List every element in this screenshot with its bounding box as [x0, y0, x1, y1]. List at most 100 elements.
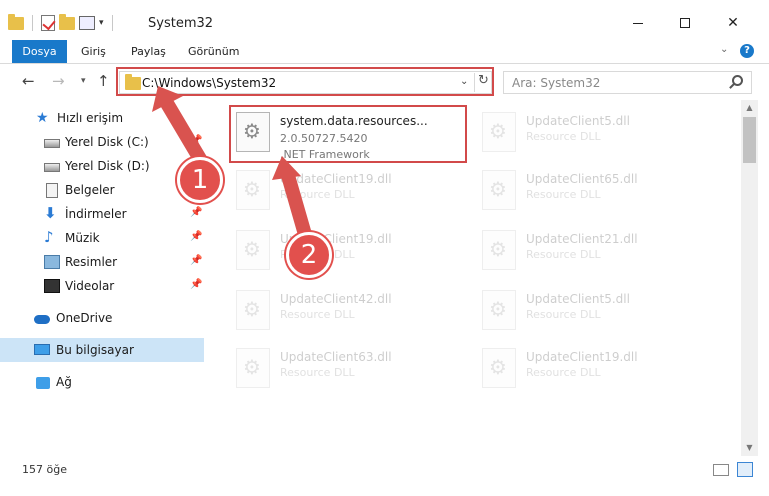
sidebar-item-onedrive[interactable]: OneDrive [0, 306, 204, 330]
sidebar-item-quick-access[interactable]: ★ Hızlı erişim [0, 106, 204, 130]
file-name: UpdateClient63.dll [280, 350, 392, 364]
tab-home[interactable]: Giriş [81, 40, 106, 63]
navigation-pane: ★ Hızlı erişim Yerel Disk (C:) 📌 Yerel D… [0, 100, 206, 456]
file-tile[interactable]: UpdateClient21.dll Resource DLL [478, 224, 718, 280]
tab-share[interactable]: Paylaş [131, 40, 166, 63]
file-name: system.data.resources... [280, 114, 428, 128]
back-button[interactable]: ← [22, 72, 35, 90]
close-icon: ✕ [727, 15, 739, 31]
refresh-button[interactable]: ↻ [474, 73, 492, 92]
file-name: UpdateClient21.dll [526, 232, 638, 246]
file-tile[interactable]: UpdateClient19.dll Resource DLL [232, 164, 472, 220]
file-tile[interactable]: UpdateClient65.dll Resource DLL [478, 164, 718, 220]
toolbar-separator [32, 15, 33, 31]
recent-locations-icon[interactable]: ▾ [81, 76, 86, 86]
status-bar: 157 öğe [0, 458, 769, 482]
step-badge-1: 1 [177, 157, 223, 203]
sidebar-item-documents[interactable]: Belgeler [0, 178, 204, 202]
sidebar-item-label: Yerel Disk (C:) [65, 135, 149, 149]
window-title: System32 [148, 16, 214, 31]
sidebar-item-this-pc[interactable]: Bu bilgisayar [0, 338, 204, 362]
forward-button[interactable]: → [52, 72, 65, 90]
customize-toolbar-icon[interactable] [79, 16, 95, 30]
ribbon: Dosya Giriş Paylaş Görünüm ⌄ ? [0, 40, 769, 64]
sidebar-item-label: Yerel Disk (D:) [65, 159, 150, 173]
tab-view[interactable]: Görünüm [188, 40, 239, 63]
search-icon[interactable] [732, 75, 743, 86]
navigation-bar: ← → ▾ ↑ C:\Windows\System32 ⌄ ↻ Ara: Sys… [0, 64, 769, 100]
up-button[interactable]: ↑ [97, 72, 110, 90]
dll-file-icon [236, 290, 270, 330]
drive-icon [44, 163, 60, 172]
pin-icon[interactable]: 📌 [190, 255, 202, 266]
dll-file-icon [482, 112, 516, 152]
file-tile[interactable]: UpdateClient5.dll Resource DLL [478, 284, 718, 340]
sidebar-item-local-disk-d[interactable]: Yerel Disk (D:) [0, 154, 204, 178]
file-type: Resource DLL [526, 308, 601, 321]
this-pc-icon [34, 344, 50, 355]
properties-check-icon[interactable] [41, 15, 55, 31]
close-button[interactable]: ✕ [710, 8, 756, 38]
network-icon [36, 377, 50, 389]
scroll-thumb[interactable] [743, 117, 756, 163]
file-tile[interactable]: UpdateClient19.dll Resource DLL [232, 224, 472, 280]
sidebar-item-label: OneDrive [56, 311, 113, 325]
dll-file-icon [236, 230, 270, 270]
sidebar-item-label: İndirmeler [65, 207, 127, 221]
file-tile[interactable]: UpdateClient42.dll Resource DLL [232, 284, 472, 340]
sidebar-item-pictures[interactable]: Resimler 📌 [0, 250, 204, 274]
pin-icon[interactable]: 📌 [190, 279, 202, 290]
file-name: UpdateClient5.dll [526, 114, 630, 128]
drive-icon [44, 139, 60, 148]
file-type: Resource DLL [280, 188, 355, 201]
sidebar-item-network[interactable]: Ağ [0, 370, 204, 394]
ribbon-expand-icon[interactable]: ⌄ [720, 44, 728, 55]
file-tile[interactable]: UpdateClient5.dll Resource DLL [478, 106, 718, 162]
details-view-icon[interactable] [713, 464, 729, 476]
address-path[interactable]: C:\Windows\System32 [142, 76, 276, 90]
file-name: UpdateClient19.dll [526, 350, 638, 364]
sidebar-item-local-disk-c[interactable]: Yerel Disk (C:) 📌 [0, 130, 204, 154]
file-type: Resource DLL [280, 308, 355, 321]
pin-icon[interactable]: 📌 [190, 207, 202, 218]
file-version: 2.0.50727.5420 [280, 132, 368, 145]
sidebar-item-music[interactable]: ♪ Müzik 📌 [0, 226, 204, 250]
file-tile[interactable]: UpdateClient19.dll Resource DLL [478, 342, 718, 398]
file-type: Resource DLL [526, 366, 601, 379]
maximize-icon [680, 18, 690, 28]
dll-file-icon [482, 290, 516, 330]
sidebar-item-videos[interactable]: Videolar 📌 [0, 274, 204, 298]
scroll-up-icon[interactable]: ▲ [741, 100, 758, 116]
dll-file-icon [482, 230, 516, 270]
scroll-down-icon[interactable]: ▼ [741, 440, 758, 456]
sidebar-item-downloads[interactable]: ⬇ İndirmeler 📌 [0, 202, 204, 226]
maximize-button[interactable] [662, 8, 708, 38]
tiles-view-icon[interactable] [737, 462, 753, 477]
documents-icon [46, 183, 58, 198]
pin-icon[interactable]: 📌 [190, 135, 202, 146]
new-folder-icon[interactable] [59, 13, 75, 30]
dll-file-icon [236, 112, 270, 152]
minimize-button[interactable] [615, 8, 661, 38]
address-bar[interactable]: C:\Windows\System32 ⌄ ↻ [119, 71, 492, 94]
sidebar-item-label: Ağ [56, 375, 72, 389]
onedrive-icon [34, 315, 50, 324]
qat-dropdown-icon[interactable]: ▾ [99, 18, 104, 28]
sidebar-item-label: Hızlı erişim [57, 111, 124, 125]
pin-icon[interactable]: 📌 [190, 231, 202, 242]
file-type: Resource DLL [526, 248, 601, 261]
address-dropdown-icon[interactable]: ⌄ [460, 76, 468, 87]
search-input[interactable]: Ara: System32 [503, 71, 752, 94]
vertical-scrollbar[interactable]: ▲ ▼ [741, 100, 758, 456]
file-name: UpdateClient5.dll [526, 292, 630, 306]
dll-file-icon [236, 170, 270, 210]
file-tile[interactable]: UpdateClient63.dll Resource DLL [232, 342, 472, 398]
help-icon[interactable]: ? [740, 44, 754, 58]
music-icon: ♪ [44, 228, 54, 246]
tab-file[interactable]: Dosya [12, 40, 67, 63]
toolbar-separator [111, 15, 113, 31]
address-folder-icon [125, 74, 141, 90]
file-tile-system-data-resources[interactable]: system.data.resources... 2.0.50727.5420 … [232, 106, 472, 162]
folder-icon[interactable] [8, 13, 24, 30]
dll-file-icon [236, 348, 270, 388]
